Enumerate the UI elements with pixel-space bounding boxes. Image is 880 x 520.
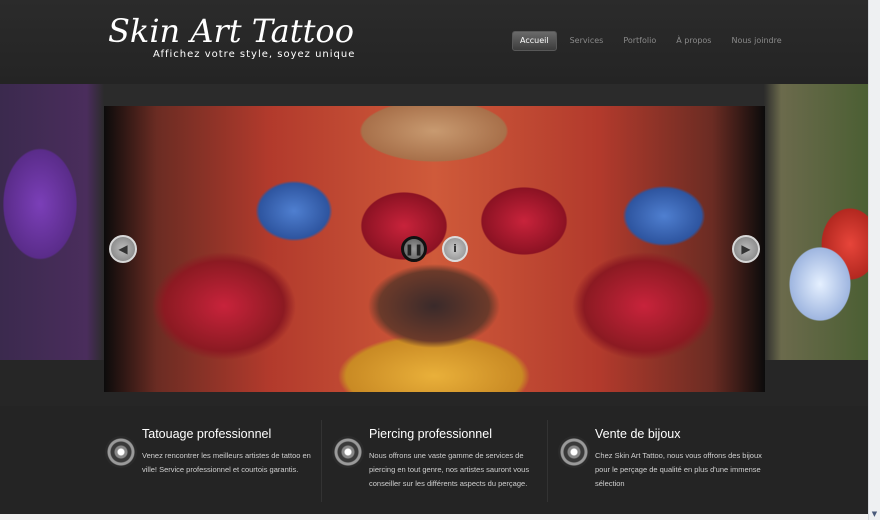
nav-item-portfolio[interactable]: Portfolio	[616, 31, 663, 51]
feature-text: Chez Skin Art Tattoo, nous vous offrons …	[595, 451, 762, 488]
slider-info-button[interactable]: i	[442, 236, 468, 262]
pause-icon: ❚❚	[404, 243, 424, 256]
slideshow-image	[104, 106, 765, 392]
site-tagline: Affichez votre style, soyez unique	[153, 49, 356, 60]
feature-title: Tatouage professionnel	[142, 427, 272, 441]
slider-prev-button[interactable]: ◀	[109, 235, 137, 263]
feature-text: Nous offrons une vaste gamme de services…	[369, 451, 530, 488]
page-bottom-edge	[0, 514, 868, 520]
vertical-scrollbar[interactable]	[868, 0, 880, 520]
feature-title: Vente de bijoux	[595, 427, 681, 441]
info-icon: i	[453, 242, 457, 255]
target-icon	[558, 436, 590, 468]
feature-text: Venez rencontrer les meilleurs artistes …	[142, 451, 311, 474]
main-nav: Accueil Services Portfolio À propos Nous…	[512, 31, 795, 51]
site-logo[interactable]: Skin Art Tattoo	[108, 12, 354, 50]
slider-pause-button[interactable]: ❚❚	[401, 236, 427, 262]
site-header: Skin Art Tattoo Affichez votre style, so…	[0, 0, 868, 84]
slider-next-button[interactable]: ▶	[732, 235, 760, 263]
nav-item-a-propos[interactable]: À propos	[669, 31, 718, 51]
scroll-down-arrow-icon[interactable]: ▼	[869, 508, 880, 520]
arrow-left-icon: ◀	[118, 242, 128, 256]
nav-item-accueil[interactable]: Accueil	[512, 31, 557, 51]
page: Skin Art Tattoo Affichez votre style, so…	[0, 0, 868, 520]
divider	[547, 420, 548, 502]
nav-item-nous-joindre[interactable]: Nous joindre	[724, 31, 788, 51]
feature-title: Piercing professionnel	[369, 427, 492, 441]
divider	[321, 420, 322, 502]
nav-item-services[interactable]: Services	[563, 31, 611, 51]
target-icon	[332, 436, 364, 468]
arrow-right-icon: ▶	[741, 242, 751, 256]
features-section: Tatouage professionnel Venez rencontrer …	[0, 406, 868, 520]
target-icon	[105, 436, 137, 468]
